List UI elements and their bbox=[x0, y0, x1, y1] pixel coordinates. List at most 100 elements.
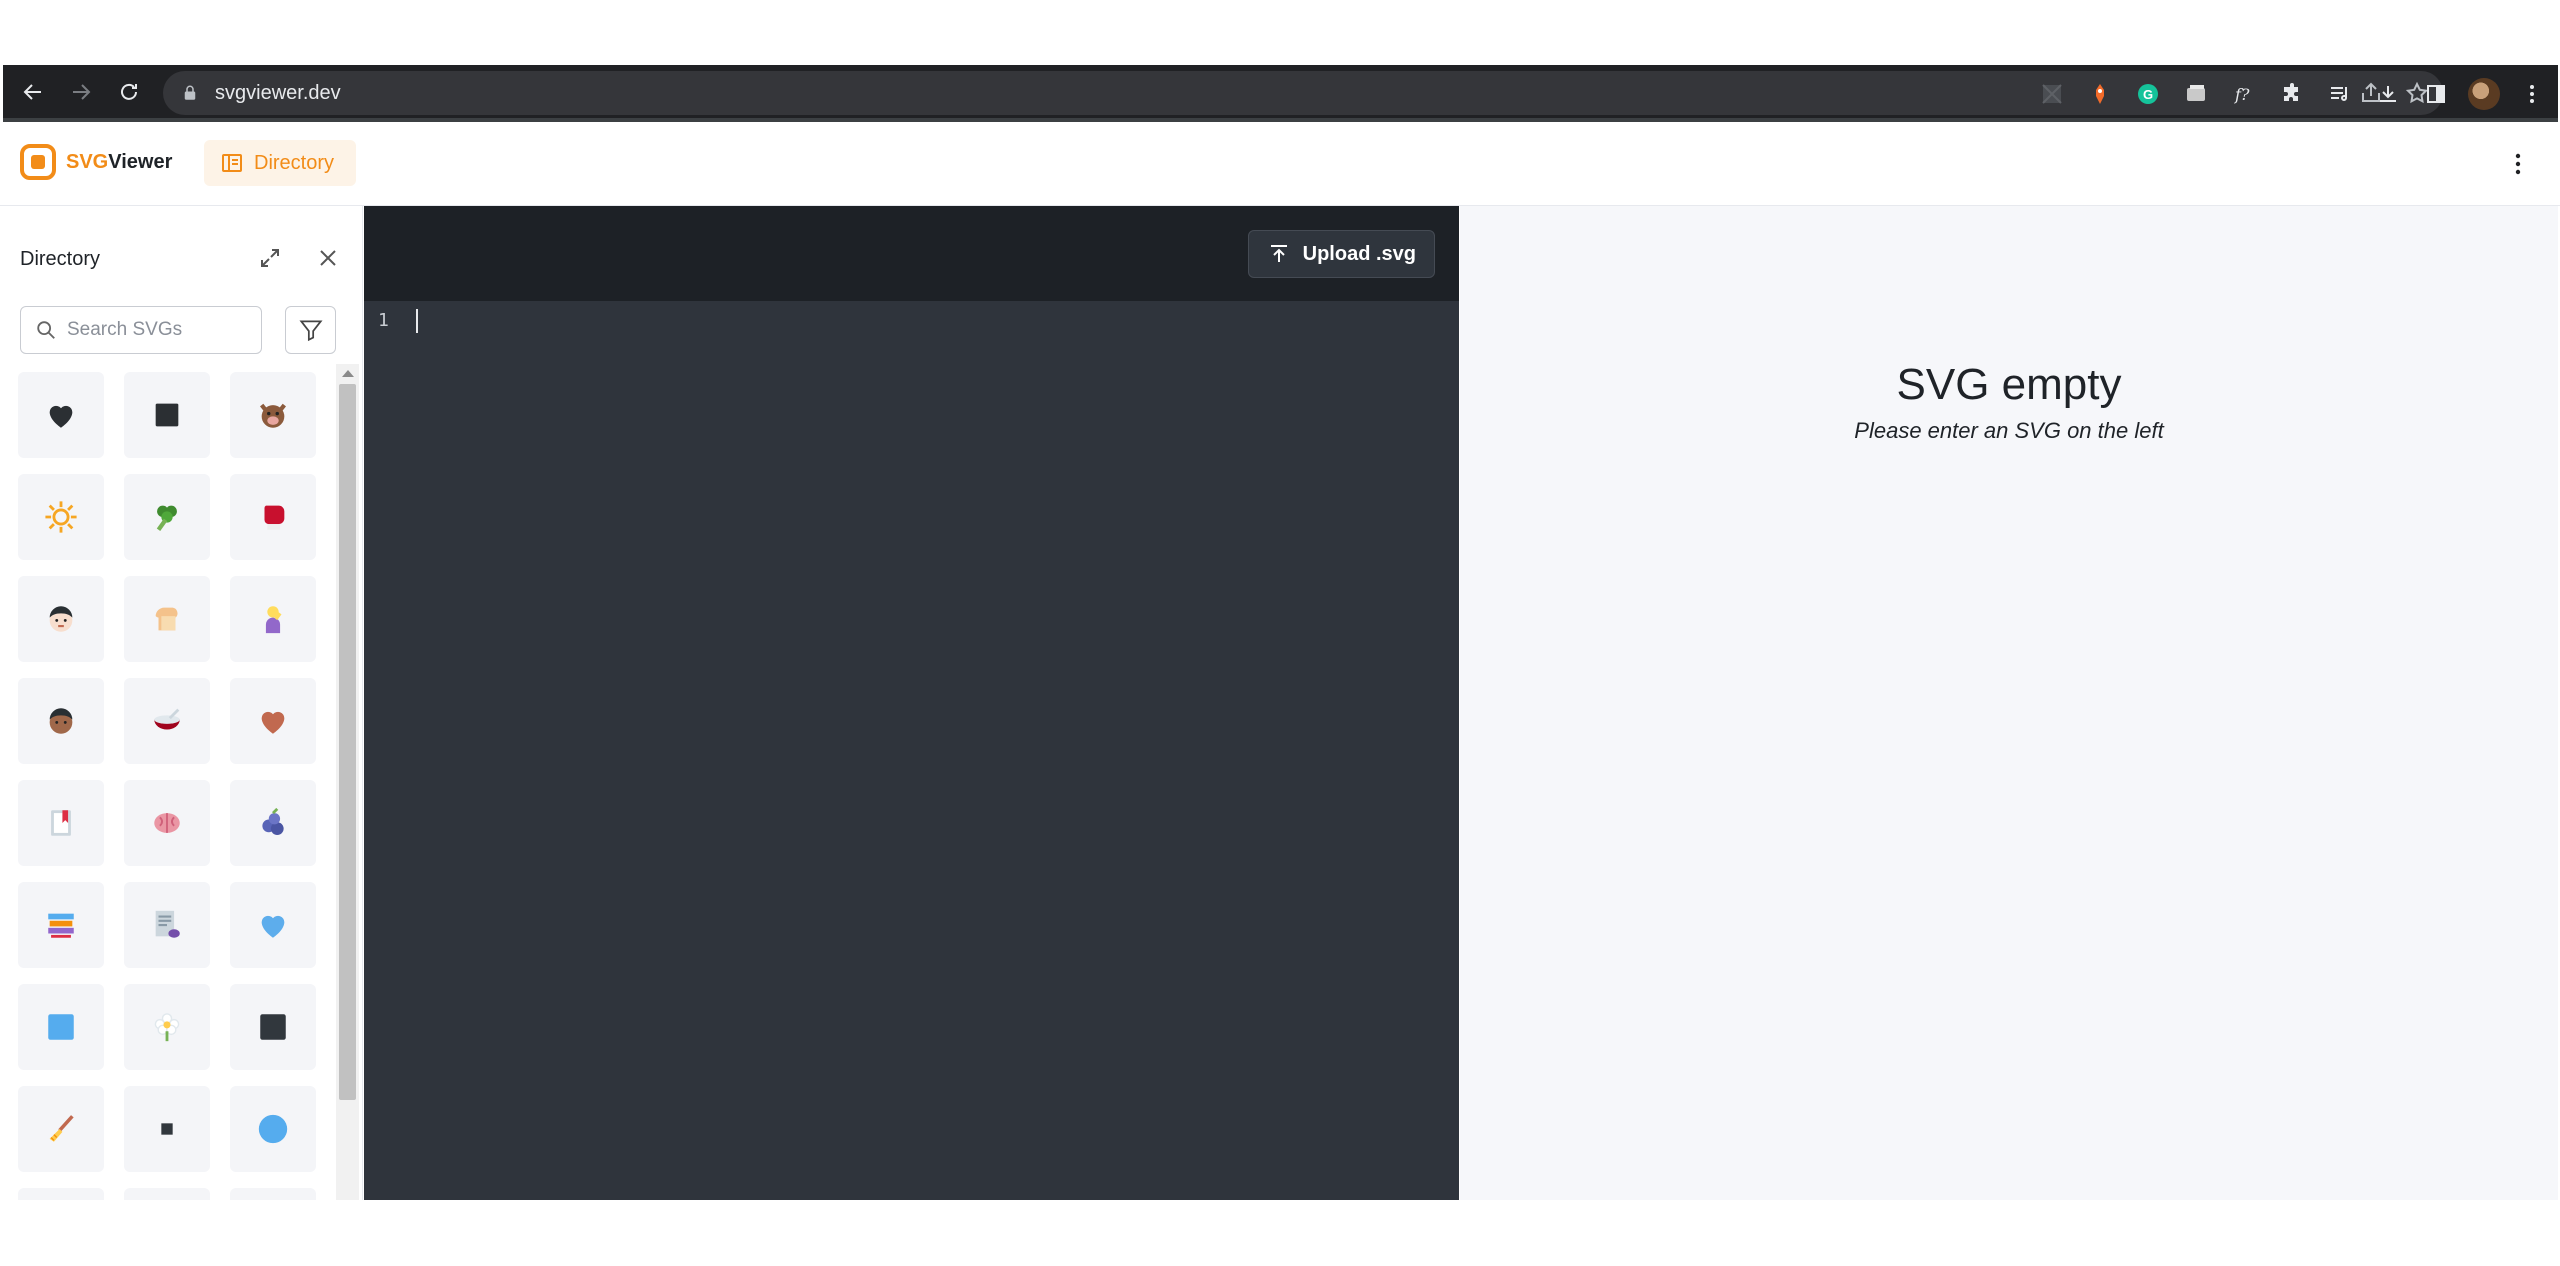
expand-icon[interactable] bbox=[258, 246, 282, 270]
icon-tile[interactable] bbox=[18, 882, 104, 968]
directory-tab-label: Directory bbox=[254, 151, 335, 174]
icon-tile[interactable] bbox=[230, 474, 316, 560]
icon-tile[interactable] bbox=[124, 372, 210, 458]
person-gesture-icon bbox=[265, 606, 282, 634]
black-square-icon bbox=[155, 403, 179, 427]
text-cursor bbox=[416, 309, 418, 333]
sidebar-title: Directory bbox=[20, 248, 101, 270]
app-header: SVGViewer Directory bbox=[0, 122, 2560, 206]
reading-list-icon[interactable] bbox=[2324, 78, 2356, 110]
icon-tile[interactable] bbox=[18, 678, 104, 764]
extensions-tray: G f? bbox=[2036, 65, 2548, 122]
screen: svgviewer.dev G f? SVGViewer Directory D… bbox=[0, 0, 2560, 1266]
logo-mark-icon bbox=[20, 144, 56, 180]
side-panel-icon[interactable] bbox=[2420, 78, 2452, 110]
bowl-icon bbox=[154, 708, 180, 730]
svg-text:f?: f? bbox=[2234, 85, 2250, 104]
icon-tile[interactable] bbox=[230, 984, 316, 1070]
brown-heart-icon bbox=[261, 711, 285, 734]
browser-toolbar: svgviewer.dev G f? bbox=[3, 65, 2558, 122]
upload-label: Upload .svg bbox=[1302, 242, 1416, 265]
icon-tile[interactable] bbox=[124, 882, 210, 968]
icon-tile[interactable] bbox=[230, 1188, 316, 1200]
logo-text: SVGViewer bbox=[66, 150, 173, 173]
app-logo[interactable]: SVGViewer bbox=[20, 144, 172, 180]
document-icon bbox=[155, 910, 180, 938]
boar-icon bbox=[260, 403, 286, 428]
icon-tile[interactable] bbox=[18, 984, 104, 1070]
back-button[interactable] bbox=[9, 68, 57, 116]
filter-button[interactable] bbox=[285, 306, 336, 354]
icon-tile[interactable] bbox=[18, 780, 104, 866]
bread-icon bbox=[155, 607, 178, 631]
url-text: svgviewer.dev bbox=[215, 81, 341, 104]
blue-square-icon bbox=[48, 1014, 74, 1040]
directory-tab[interactable]: Directory bbox=[204, 140, 357, 186]
search-icon bbox=[37, 321, 55, 339]
sidebar-scrollbar[interactable] bbox=[336, 364, 359, 1200]
scroll-thumb[interactable] bbox=[339, 384, 356, 1100]
icon-tile[interactable] bbox=[124, 984, 210, 1070]
code-editor[interactable]: Upload .svg 1 bbox=[364, 206, 1459, 1200]
icon-tile[interactable] bbox=[18, 474, 104, 560]
icon-grid-viewport bbox=[0, 364, 336, 1200]
bookmark-icon bbox=[51, 810, 71, 836]
black-heart-icon bbox=[49, 405, 73, 428]
directory-icon bbox=[222, 154, 242, 172]
icon-tile[interactable] bbox=[230, 882, 316, 968]
preview-subtitle: Please enter an SVG on the left bbox=[1854, 418, 2164, 443]
search-input[interactable] bbox=[67, 319, 237, 341]
upload-icon bbox=[1270, 245, 1287, 262]
icon-tile[interactable] bbox=[124, 1188, 210, 1200]
ext-formula-icon[interactable]: f? bbox=[2228, 78, 2260, 110]
icon-tile[interactable] bbox=[124, 678, 210, 764]
blue-heart-icon bbox=[261, 915, 285, 938]
back-arrow-icon bbox=[23, 83, 41, 100]
svg-preview-pane: SVG empty Please enter an SVG on the lef… bbox=[1460, 206, 2558, 1200]
icon-tile[interactable] bbox=[230, 372, 316, 458]
preview-title: SVG empty bbox=[1896, 360, 2122, 409]
icon-grid bbox=[18, 372, 316, 1200]
lock-icon bbox=[184, 85, 196, 100]
ext-window-icon[interactable] bbox=[2180, 78, 2212, 110]
boxing-glove-icon bbox=[264, 505, 285, 530]
profile-avatar[interactable] bbox=[2468, 77, 2500, 110]
ext-fox-icon[interactable] bbox=[2084, 78, 2116, 110]
broccoli-icon bbox=[156, 505, 177, 531]
browser-menu-icon[interactable] bbox=[2516, 78, 2548, 110]
icon-tile[interactable] bbox=[18, 1086, 104, 1172]
upload-svg-button[interactable]: Upload .svg bbox=[1247, 230, 1435, 278]
sun-icon bbox=[45, 501, 77, 533]
icon-tile[interactable] bbox=[230, 576, 316, 662]
directory-sidebar: Directory bbox=[0, 206, 363, 1200]
icon-tile[interactable] bbox=[18, 372, 104, 458]
icon-tile[interactable] bbox=[18, 576, 104, 662]
scroll-up-arrow-icon[interactable] bbox=[342, 370, 354, 377]
icon-tile[interactable] bbox=[124, 1086, 210, 1172]
brown-face-icon bbox=[49, 708, 73, 734]
icon-tile[interactable] bbox=[124, 780, 210, 866]
reload-button[interactable] bbox=[105, 68, 153, 116]
grammarly-icon[interactable]: G bbox=[2132, 78, 2164, 110]
icon-tile[interactable] bbox=[18, 1188, 104, 1200]
extensions-puzzle-icon[interactable] bbox=[2276, 78, 2308, 110]
close-icon[interactable] bbox=[316, 246, 340, 270]
download-icon[interactable] bbox=[2372, 78, 2404, 110]
blue-circle-icon bbox=[258, 1114, 288, 1144]
editor-toolbar: Upload .svg bbox=[364, 206, 1459, 301]
brain-icon bbox=[154, 813, 180, 833]
search-field[interactable] bbox=[20, 306, 262, 354]
icon-tile[interactable] bbox=[230, 678, 316, 764]
forward-arrow-icon bbox=[73, 83, 91, 100]
icon-tile[interactable] bbox=[124, 576, 210, 662]
forward-button[interactable] bbox=[57, 68, 105, 116]
boy-face-icon bbox=[49, 606, 73, 632]
broom-icon bbox=[49, 1115, 74, 1142]
ext-blank-icon[interactable] bbox=[2036, 78, 2068, 110]
books-icon bbox=[48, 913, 74, 938]
icon-tile[interactable] bbox=[230, 780, 316, 866]
more-options-icon[interactable] bbox=[2506, 152, 2530, 176]
icon-tile[interactable] bbox=[230, 1086, 316, 1172]
dark-square-icon bbox=[260, 1014, 286, 1040]
icon-tile[interactable] bbox=[124, 474, 210, 560]
